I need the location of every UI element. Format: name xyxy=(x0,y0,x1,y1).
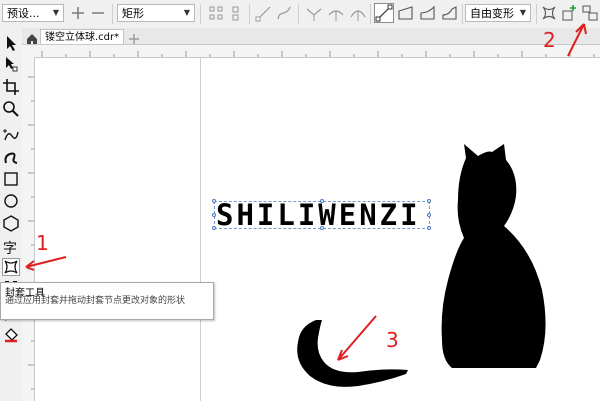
single-arc-mode-icon xyxy=(398,6,413,20)
home-tab[interactable] xyxy=(26,30,38,44)
vertical-ruler[interactable] xyxy=(22,57,35,401)
tab-document[interactable]: 镂空立体球.cdr* xyxy=(40,29,124,44)
svg-text:字: 字 xyxy=(3,241,17,256)
line-node-icon xyxy=(255,6,271,22)
new-tab-button[interactable] xyxy=(128,30,140,44)
freehand-tool[interactable] xyxy=(2,126,20,144)
zoom-tool-icon xyxy=(3,101,19,117)
zoom-tool[interactable] xyxy=(2,100,20,118)
envelope-nodes-button[interactable] xyxy=(206,3,226,23)
crop-tool-icon xyxy=(3,79,19,95)
document-tab-label: 镂空立体球.cdr* xyxy=(45,32,120,43)
line-to-curve-button[interactable] xyxy=(274,3,294,23)
curve-to-line-button[interactable] xyxy=(254,3,274,23)
ruler-ticks xyxy=(41,51,595,57)
divider xyxy=(249,4,250,24)
polygon-tool-icon xyxy=(3,215,19,232)
symmetric-node-button[interactable] xyxy=(348,3,368,23)
pick-tool[interactable] xyxy=(2,34,20,52)
node-grid-icon xyxy=(209,6,223,20)
align-nodes-button[interactable] xyxy=(226,3,246,23)
mapping-mode-value: 自由变形 xyxy=(470,7,514,20)
property-bar: 预设... ▼ 矩形 ▼ 自由变形 ▼ xyxy=(0,0,600,29)
mapping-mode-dropdown[interactable]: 自由变形 ▼ xyxy=(465,4,531,22)
envelope-double-arc-button[interactable] xyxy=(418,3,438,23)
canvas-text-object[interactable]: SHILIWENZI xyxy=(216,198,421,232)
preset-value: 预设... xyxy=(7,7,40,20)
delete-preset-button[interactable] xyxy=(88,3,108,23)
tooltip: 封套工具 通过应用封套并拖动封套节点更改对象的形状 xyxy=(0,282,214,320)
ellipse-tool[interactable] xyxy=(2,192,20,210)
chevron-down-icon: ▼ xyxy=(519,8,527,17)
page-border xyxy=(200,58,201,401)
horizontal-ruler[interactable] xyxy=(22,45,600,58)
crop-tool[interactable] xyxy=(2,78,20,96)
divider xyxy=(370,4,371,24)
double-arc-mode-icon xyxy=(420,5,435,20)
annotation-number-2: 2 xyxy=(543,28,556,52)
node-align-icon xyxy=(232,6,239,21)
cusp-node-icon xyxy=(306,8,322,21)
minus-icon xyxy=(92,12,104,14)
ruler-ticks xyxy=(28,76,34,390)
artistic-media-icon xyxy=(4,152,18,164)
shape-dropdown[interactable]: 矩形 ▼ xyxy=(117,4,195,22)
keep-lines-icon xyxy=(542,6,556,20)
preset-dropdown[interactable]: 预设... ▼ xyxy=(2,4,64,22)
artistic-media-tool[interactable] xyxy=(2,148,20,166)
cusp-node-button[interactable] xyxy=(304,3,324,23)
shape-value: 矩形 xyxy=(122,7,144,20)
freehand-tool-icon xyxy=(3,129,19,141)
curve-node-icon xyxy=(277,6,291,20)
text-tool[interactable]: 字 xyxy=(2,238,20,256)
chevron-down-icon: ▼ xyxy=(183,8,191,17)
divider xyxy=(462,4,463,24)
smooth-node-button[interactable] xyxy=(326,3,346,23)
envelope-tool-icon xyxy=(4,260,18,274)
ellipse-tool-icon xyxy=(4,194,18,208)
shape-tool-icon xyxy=(6,57,18,72)
unconstrained-mode-icon xyxy=(442,6,457,20)
tooltip-description: 通过应用封套并拖动封套节点更改对象的形状 xyxy=(5,296,186,306)
chevron-down-icon: ▼ xyxy=(52,8,60,17)
annotation-arrow-2 xyxy=(567,23,587,57)
symmetric-node-icon xyxy=(350,10,366,21)
divider xyxy=(298,4,299,24)
home-icon xyxy=(27,34,37,44)
annotation-number-3: 3 xyxy=(386,328,399,352)
fill-tool-icon xyxy=(5,328,18,343)
rectangle-tool-icon xyxy=(4,172,18,186)
text-tool-icon: 字 xyxy=(3,241,17,256)
polygon-tool[interactable] xyxy=(2,214,20,232)
divider xyxy=(112,4,113,24)
add-preset-button[interactable] xyxy=(68,3,88,23)
divider xyxy=(536,4,537,24)
shape-tool[interactable] xyxy=(2,55,20,73)
toolbox: 字 xyxy=(0,28,23,401)
plus-icon xyxy=(72,7,84,19)
envelope-unconstrained-button[interactable] xyxy=(440,3,460,23)
cat-silhouette[interactable] xyxy=(436,140,556,372)
annotation-arrow-1 xyxy=(25,256,67,271)
annotation-arrow-3 xyxy=(337,315,377,361)
rectangle-tool[interactable] xyxy=(2,170,20,188)
envelope-single-arc-button[interactable] xyxy=(396,3,416,23)
envelope-tool[interactable] xyxy=(2,258,20,276)
add-tab-icon xyxy=(129,34,139,44)
pick-tool-icon xyxy=(7,36,16,51)
smooth-node-icon xyxy=(328,10,344,21)
envelope-node[interactable] xyxy=(427,213,431,217)
keep-lines-button[interactable] xyxy=(539,3,559,23)
divider xyxy=(200,4,201,24)
interactive-fill-tool[interactable] xyxy=(2,326,20,344)
envelope-node[interactable] xyxy=(427,226,431,230)
envelope-line-mode-button[interactable] xyxy=(374,3,394,23)
envelope-node[interactable] xyxy=(427,199,431,203)
straight-line-mode-icon xyxy=(375,4,393,22)
